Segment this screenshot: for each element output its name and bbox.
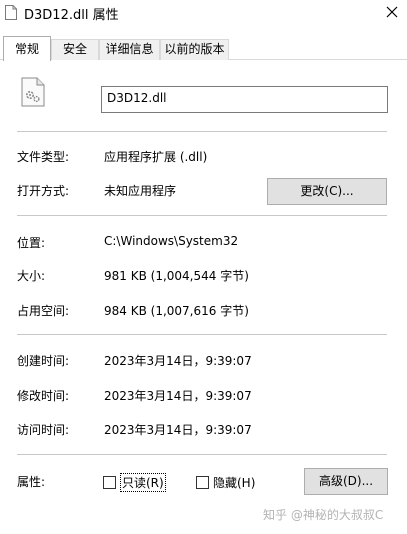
location-label: 位置: — [17, 236, 46, 250]
file-type-value: 应用程序扩展 (.dll) — [104, 150, 208, 164]
location-value: C:\Windows\System32 — [104, 234, 239, 248]
file-type-label: 文件类型: — [17, 150, 70, 164]
close-icon[interactable] — [383, 3, 401, 21]
tab-general[interactable]: 常规 — [3, 36, 51, 61]
checkbox-box[interactable] — [103, 475, 116, 489]
divider — [17, 215, 387, 216]
dll-file-gear-icon — [21, 77, 45, 107]
created-label: 创建时间: — [17, 354, 70, 368]
open-with-value: 未知应用程序 — [104, 184, 177, 198]
modified-value: 2023年3月14日，9:39:07 — [104, 389, 252, 403]
hidden-checkbox[interactable]: 隐藏(H) — [196, 474, 255, 490]
accessed-value: 2023年3月14日，9:39:07 — [104, 423, 252, 437]
modified-label: 修改时间: — [17, 389, 70, 403]
advanced-button[interactable]: 高级(D)... — [304, 468, 388, 495]
window-title: D3D12.dll 属性 — [24, 8, 119, 23]
created-value: 2023年3月14日，9:39:07 — [104, 354, 252, 368]
change-button[interactable]: 更改(C)... — [267, 178, 387, 205]
size-label: 大小: — [17, 269, 46, 283]
size-value: 981 KB (1,004,544 字节) — [104, 269, 249, 283]
attributes-label: 属性: — [17, 475, 46, 489]
tab-previous-versions[interactable]: 以前的版本 — [160, 39, 229, 60]
tab-strip: 常规 安全 详细信息 以前的版本 — [0, 36, 407, 61]
disk-size-value: 984 KB (1,007,616 字节) — [104, 304, 249, 318]
hidden-label[interactable]: 隐藏(H) — [213, 474, 255, 491]
readonly-label[interactable]: 只读(R) — [120, 472, 166, 492]
divider — [17, 454, 387, 455]
tab-security[interactable]: 安全 — [51, 39, 99, 60]
checkbox-box[interactable] — [196, 475, 209, 489]
accessed-label: 访问时间: — [17, 423, 70, 437]
title-bar: D3D12.dll 属性 — [0, 0, 407, 26]
file-icon — [5, 5, 17, 20]
divider — [17, 131, 387, 132]
divider — [17, 334, 387, 335]
tab-details[interactable]: 详细信息 — [99, 39, 160, 60]
disk-size-label: 占用空间: — [17, 304, 70, 318]
readonly-checkbox[interactable]: 只读(R) — [103, 472, 166, 492]
watermark: 知乎 @神秘的大叔叔C — [263, 508, 384, 522]
file-name-input[interactable]: D3D12.dll — [101, 86, 388, 113]
open-with-label: 打开方式: — [17, 184, 70, 198]
